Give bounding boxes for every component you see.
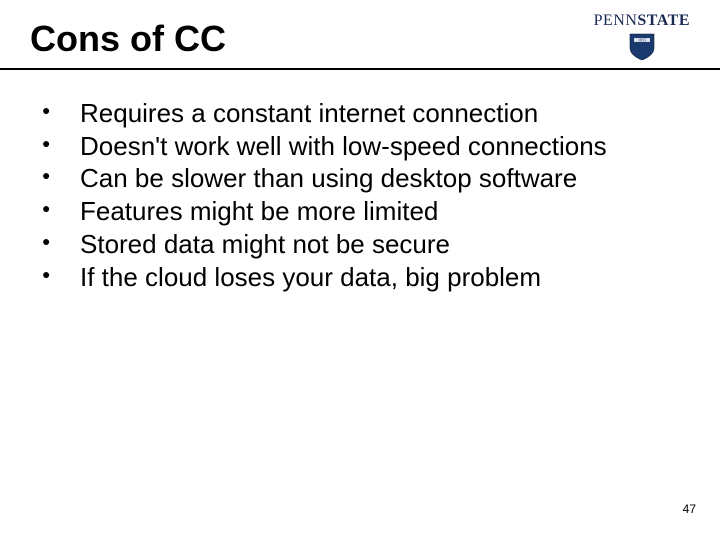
list-item: Stored data might not be secure [30, 229, 690, 261]
list-item: Can be slower than using desktop softwar… [30, 163, 690, 195]
slide-title: Cons of CC [30, 18, 226, 60]
slide-header: Cons of CC PENNSTATE 1855 [0, 0, 720, 70]
pennstate-logo: PENNSTATE 1855 [594, 12, 690, 62]
list-item: If the cloud loses your data, big proble… [30, 262, 690, 294]
shield-icon: 1855 [628, 32, 656, 62]
svg-text:1855: 1855 [638, 37, 646, 42]
list-item: Features might be more limited [30, 196, 690, 228]
list-item: Doesn't work well with low-speed connect… [30, 131, 690, 163]
bullet-list: Requires a constant internet connection … [30, 98, 690, 293]
slide-body: Requires a constant internet connection … [0, 70, 720, 293]
page-number: 47 [683, 502, 696, 516]
pennstate-wordmark: PENNSTATE [594, 12, 690, 30]
list-item: Requires a constant internet connection [30, 98, 690, 130]
